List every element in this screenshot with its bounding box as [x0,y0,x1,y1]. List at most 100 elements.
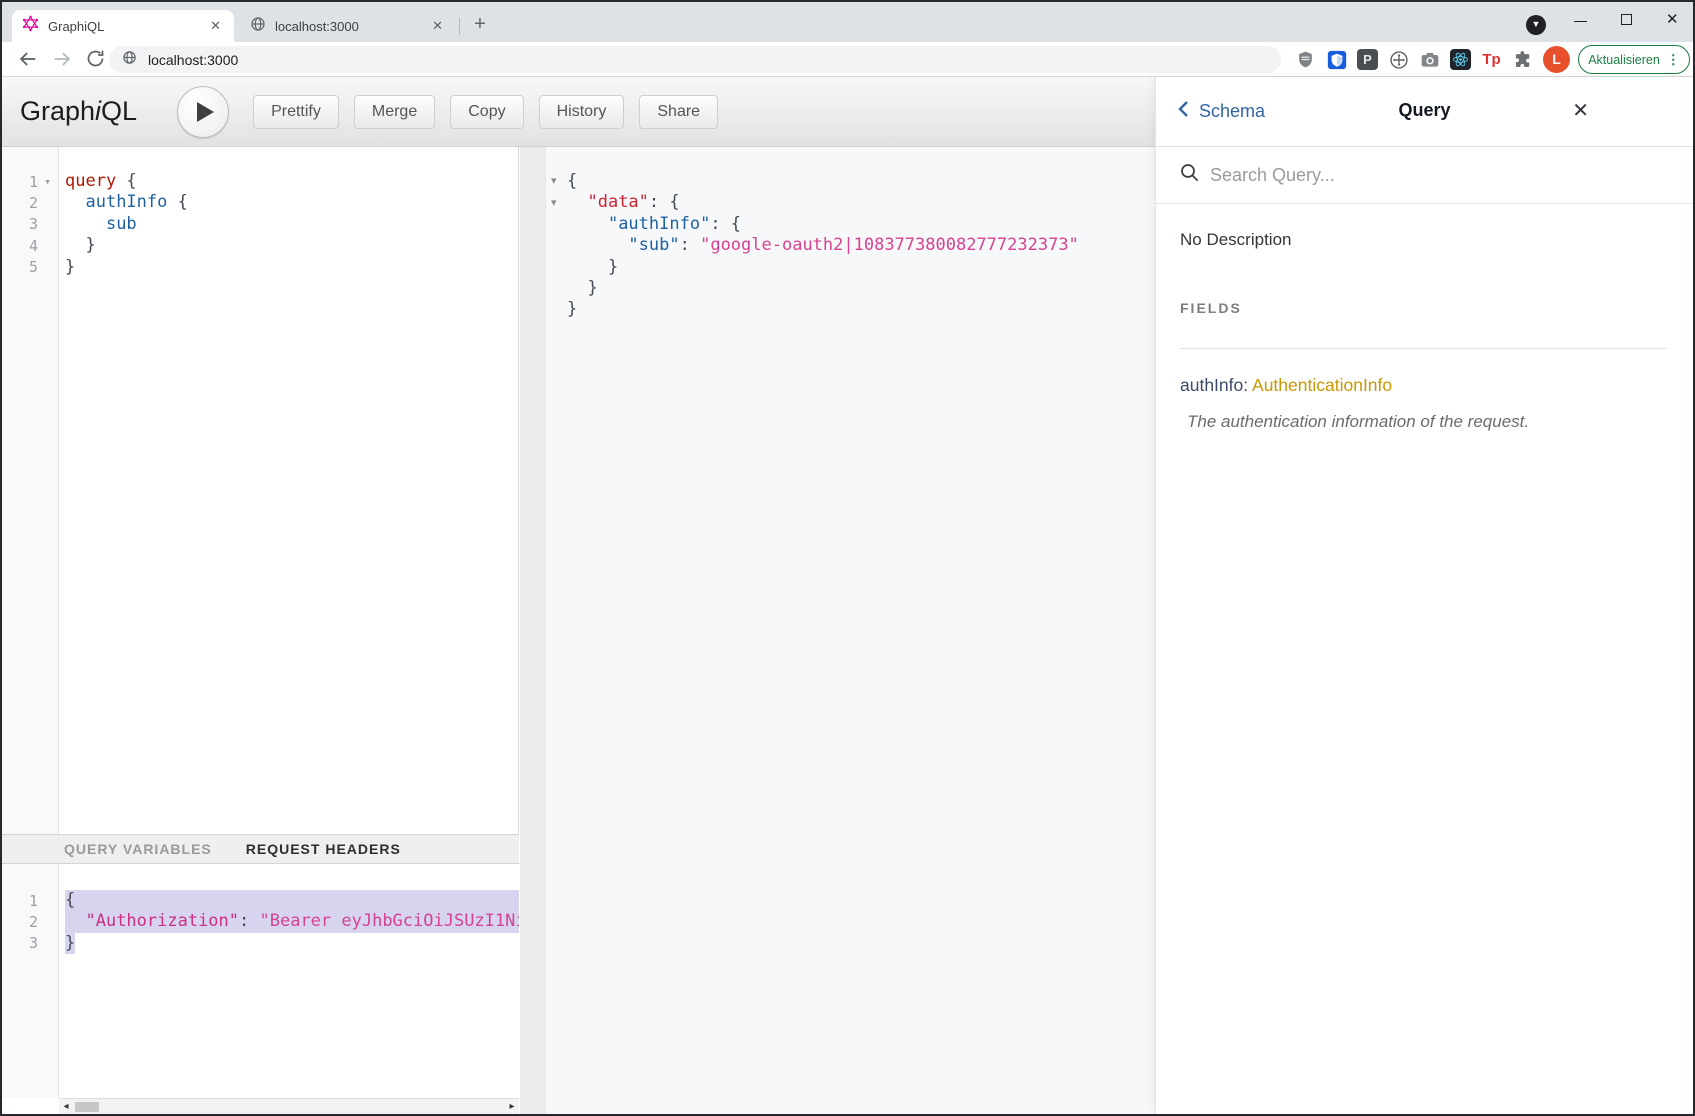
scrollbar-thumb[interactable] [75,1102,99,1112]
doc-search-row [1156,147,1693,204]
code-line: "Authorization": "Bearer eyJhbGciOiJSUzI… [65,911,519,932]
screenshot-camera-extension-icon[interactable] [1419,49,1440,70]
search-icon [1180,163,1199,187]
field-name-link[interactable]: authInfo [1180,375,1243,395]
code-line: sub [65,214,518,235]
ublock-extension-icon[interactable] [1295,49,1316,70]
react-devtools-extension-icon[interactable] [1450,49,1471,70]
line-number: 3 [2,215,38,233]
tab-request-headers[interactable]: REQUEST HEADERS [246,841,401,857]
scroll-left-icon[interactable]: ◂ [59,1101,73,1112]
maximize-button[interactable] [1620,13,1633,26]
close-window-button[interactable]: ✕ [1666,13,1679,26]
doc-explorer-body: No Description FIELDS authInfo: Authenti… [1156,204,1693,432]
code-line: "authInfo": { [567,214,1155,235]
query-editor-code[interactable]: query { authInfo { sub } } [59,147,518,834]
graphiql-page: GraphiQL Prettify Merge Copy History Sha… [2,77,1693,1114]
extensions-puzzle-icon[interactable] [1512,49,1533,70]
update-button[interactable]: Aktualisieren ⋮ [1578,45,1690,74]
code-line: } [65,257,518,278]
tab-search-button[interactable]: ▼ [1526,15,1546,35]
graphql-favicon-icon [22,15,39,37]
code-line: query { [65,171,518,192]
window-controls: ✕ [1574,8,1679,30]
headers-editor-code[interactable]: { "Authorization": "Bearer eyJhbGciOiJSU… [59,864,519,1098]
code-line: } [567,278,1155,299]
line-number: 2 [2,913,38,931]
tab-title: localhost:3000 [275,19,429,34]
divider [1180,348,1667,349]
line-number: 4 [2,237,38,255]
extensions-row: P Tp [1295,42,1533,77]
menu-kebab-icon[interactable]: ⋮ [1667,52,1680,68]
line-number: 5 [2,258,38,276]
back-button[interactable] [17,48,41,72]
response-code: { "data": { "authInfo": { "sub": "google… [546,147,1155,321]
tampermonkey-extension-icon[interactable]: Tp [1481,49,1502,70]
field-type-link[interactable]: AuthenticationInfo [1252,375,1392,395]
fields-heading: FIELDS [1180,300,1667,316]
update-button-label: Aktualisieren [1588,53,1660,67]
prettify-button[interactable]: Prettify [253,95,339,129]
address-bar[interactable]: localhost:3000 [109,46,1281,73]
fold-arrow-icon[interactable]: ▾ [551,196,557,209]
code-line: "sub": "google-oauth2|108377380082777232… [567,235,1155,256]
tab-close-icon[interactable]: ✕ [207,18,224,34]
code-line: } [567,257,1155,278]
doc-close-icon[interactable]: ✕ [1572,98,1589,123]
no-description-text: No Description [1180,230,1667,250]
code-line: { [567,171,1155,192]
merge-button[interactable]: Merge [354,95,435,129]
browser-toolbar: localhost:3000 P [2,42,1693,77]
secondary-editor-section: QUERY VARIABLES REQUEST HEADERS 1 2 3 { … [2,834,519,1114]
copy-button[interactable]: Copy [450,95,523,129]
graphiql-logo: GraphiQL [20,96,137,127]
tab-strip: GraphiQL ✕ localhost:3000 ✕ + ▼ ✕ [2,2,1693,42]
scroll-right-icon[interactable]: ▸ [505,1101,519,1112]
tab-localhost[interactable]: localhost:3000 ✕ [240,10,456,42]
code-line: } [65,235,518,256]
address-text: localhost:3000 [148,52,238,68]
execute-button[interactable] [177,86,229,138]
code-line: } [567,299,1155,320]
play-icon [197,102,214,122]
doc-search-input[interactable] [1210,165,1550,186]
request-headers-editor[interactable]: 1 2 3 { "Authorization": "Bearer eyJhbGc… [2,864,519,1098]
minimize-button[interactable] [1574,13,1587,26]
horizontal-scrollbar[interactable]: ◂ ▸ [59,1098,519,1114]
graphiql-topbar: GraphiQL Prettify Merge Copy History Sha… [2,77,1155,147]
tab-query-variables[interactable]: QUERY VARIABLES [64,841,212,857]
bitwarden-extension-icon[interactable] [1326,49,1347,70]
tab-title: GraphiQL [48,19,207,34]
move-dpad-extension-icon[interactable] [1388,49,1409,70]
p-extension-icon[interactable]: P [1357,49,1378,70]
share-button[interactable]: Share [639,95,718,129]
line-number: 3 [2,934,38,952]
field-description: The authentication information of the re… [1187,412,1667,432]
history-button[interactable]: History [539,95,625,129]
headers-editor-gutter: 1 2 3 [2,864,59,1098]
tab-close-icon[interactable]: ✕ [429,18,446,34]
doc-explorer-panel: Schema Query ✕ No Description FIELDS aut… [1155,77,1693,1114]
profile-avatar[interactable]: L [1543,46,1570,73]
query-editor-gutter: 1▾ 2 3 4 5 [2,147,59,834]
code-line: { [65,890,519,911]
forward-button[interactable] [51,48,75,72]
new-tab-button[interactable]: + [468,13,492,37]
field-row: authInfo: AuthenticationInfo [1180,375,1667,396]
line-number: 2 [2,194,38,212]
doc-explorer-header: Schema Query ✕ [1156,77,1693,147]
response-viewer[interactable]: ▾ ▾ { "data": { "authInfo": { "sub": "go… [546,147,1155,1114]
fold-arrow-icon[interactable]: ▾ [551,174,557,187]
line-number: 1 [2,173,38,191]
fold-arrow-icon[interactable]: ▾ [38,175,57,188]
field-colon: : [1243,375,1248,395]
pane-drag-bar[interactable] [520,147,546,1114]
code-line: "data": { [567,192,1155,213]
query-editor[interactable]: 1▾ 2 3 4 5 query { authInfo { sub } } [2,147,519,834]
line-number: 1 [2,892,38,910]
tab-graphiql[interactable]: GraphiQL ✕ [12,10,234,42]
globe-icon [122,50,137,70]
reload-button[interactable] [85,48,109,72]
secondary-tab-bar: QUERY VARIABLES REQUEST HEADERS [2,834,519,864]
